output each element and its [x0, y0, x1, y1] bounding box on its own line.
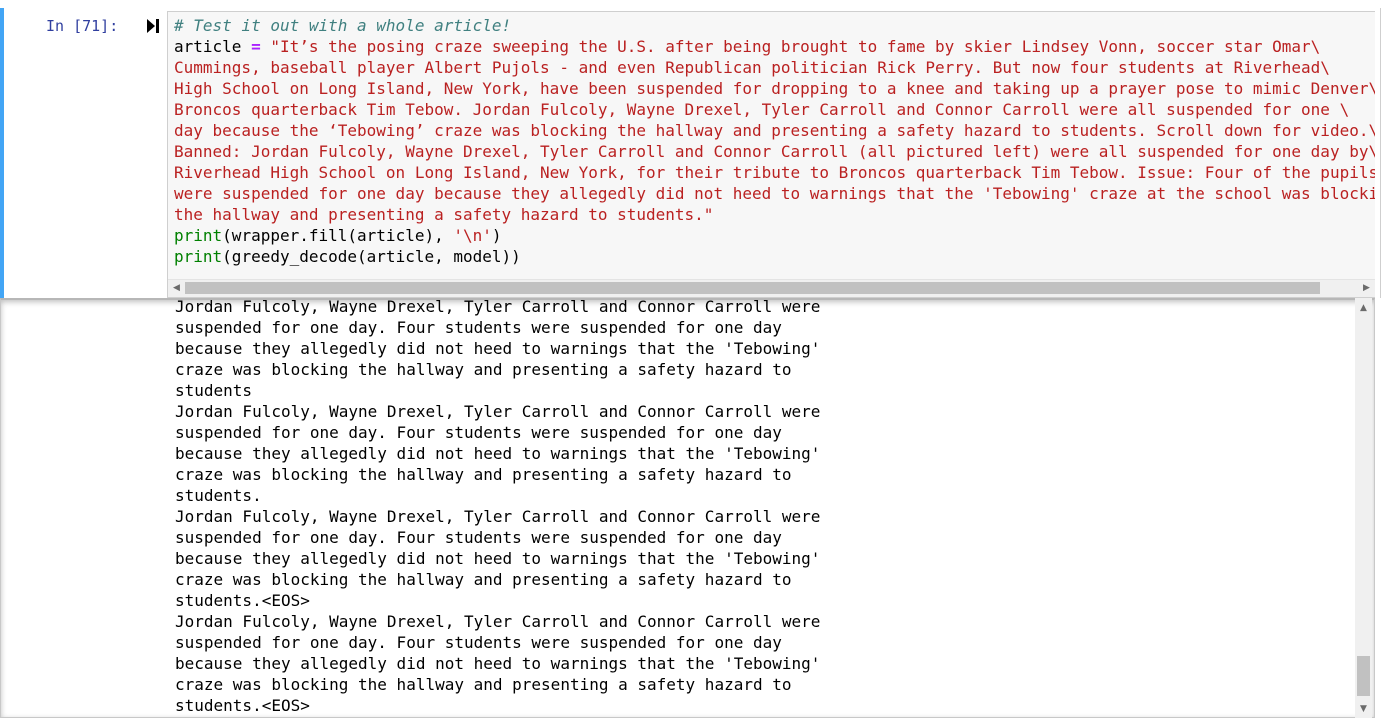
scroll-down-icon[interactable]: ▼ — [1355, 701, 1372, 718]
code-line: Riverhead High School on Long Island, Ne… — [174, 162, 1375, 183]
code-line: Broncos quarterback Tim Tebow. Jordan Fu… — [174, 99, 1375, 120]
horizontal-scroll-thumb[interactable] — [185, 282, 1320, 294]
code-token: article — [174, 37, 252, 56]
input-prompt: In [71]: — [46, 17, 119, 35]
output-line: because they allegedly did not heed to w… — [175, 549, 821, 568]
code-token: Cummings, baseball player Albert Pujols … — [174, 58, 1330, 77]
code-token: Broncos quarterback Tim Tebow. Jordan Fu… — [174, 100, 1350, 119]
code-token: print — [174, 226, 223, 245]
code-token: the hallway and presenting a safety haza… — [174, 205, 714, 224]
output-line: craze was blocking the hallway and prese… — [175, 360, 792, 379]
code-token: Banned: Jordan Fulcoly, Wayne Drexel, Ty… — [174, 142, 1375, 161]
output-line: craze was blocking the hallway and prese… — [175, 570, 792, 589]
code-token: = — [251, 37, 261, 56]
code-token: day because the ‘Tebowing’ craze was blo… — [174, 121, 1375, 140]
output-line: because they allegedly did not heed to w… — [175, 444, 821, 463]
output-line: Jordan Fulcoly, Wayne Drexel, Tyler Carr… — [175, 507, 821, 526]
code-line: Banned: Jordan Fulcoly, Wayne Drexel, Ty… — [174, 141, 1375, 162]
code-line: article = "It’s the posing craze sweepin… — [174, 36, 1375, 57]
output-line: students.<EOS> — [175, 591, 310, 610]
code-line: Cummings, baseball player Albert Pujols … — [174, 57, 1375, 78]
code-token: (greedy_decode(article, model)) — [222, 247, 521, 266]
output-line: Jordan Fulcoly, Wayne Drexel, Tyler Carr… — [175, 298, 821, 316]
code-line: were suspended for one day because they … — [174, 183, 1375, 204]
output-line: Jordan Fulcoly, Wayne Drexel, Tyler Carr… — [175, 402, 821, 421]
output-text: Jordan Fulcoly, Wayne Drexel, Tyler Carr… — [175, 298, 821, 716]
output-line: because they allegedly did not heed to w… — [175, 339, 821, 358]
output-line: because they allegedly did not heed to w… — [175, 654, 821, 673]
code-line: print(greedy_decode(article, model)) — [174, 246, 1375, 267]
output-line: suspended for one day. Four students wer… — [175, 423, 782, 442]
code-token: # Test it out with a whole article! — [174, 16, 512, 35]
output-line: craze was blocking the hallway and prese… — [175, 465, 792, 484]
code-token: (wrapper.fill(article), — [222, 226, 454, 245]
vertical-scroll-thumb[interactable] — [1357, 656, 1370, 696]
code-line: day because the ‘Tebowing’ craze was blo… — [174, 120, 1375, 141]
code-token: print — [174, 247, 223, 266]
output-line: craze was blocking the hallway and prese… — [175, 675, 792, 694]
output-line: students. — [175, 486, 262, 505]
scroll-left-icon[interactable]: ◀ — [168, 280, 185, 297]
horizontal-scrollbar[interactable]: ◀ ▶ — [168, 279, 1375, 297]
code-line: # Test it out with a whole article! — [174, 15, 1375, 36]
code-line: High School on Long Island, New York, ha… — [174, 78, 1375, 99]
scroll-up-icon[interactable]: ▲ — [1355, 300, 1372, 317]
vertical-scrollbar[interactable]: ▲ ▼ — [1355, 298, 1372, 718]
code-line: print(wrapper.fill(article), '\n') — [174, 225, 1375, 246]
output-line: Jordan Fulcoly, Wayne Drexel, Tyler Carr… — [175, 612, 821, 631]
cell-output-area[interactable]: Jordan Fulcoly, Wayne Drexel, Tyler Carr… — [0, 298, 1375, 718]
code-token: ) — [491, 226, 502, 245]
code-line: the hallway and presenting a safety haza… — [174, 204, 1375, 225]
code-token: High School on Long Island, New York, ha… — [174, 79, 1375, 98]
output-line: students — [175, 381, 253, 400]
code-token: Riverhead High School on Long Island, Ne… — [174, 163, 1375, 182]
code-token: "It’s the posing craze sweeping the U.S.… — [260, 37, 1321, 56]
code-token: '\n' — [453, 226, 492, 245]
scroll-right-icon[interactable]: ▶ — [1358, 280, 1375, 297]
output-line: suspended for one day. Four students wer… — [175, 633, 782, 652]
code-token: were suspended for one day because they … — [174, 184, 1375, 203]
code-input-area[interactable]: # Test it out with a whole article! artic… — [167, 11, 1375, 298]
notebook-code-cell[interactable]: In [71]: # Test it out with a whole arti… — [0, 0, 1381, 718]
run-cell-icon[interactable] — [146, 17, 160, 35]
code-editor[interactable]: # Test it out with a whole article! artic… — [174, 15, 1375, 267]
output-line: suspended for one day. Four students wer… — [175, 318, 782, 337]
output-line: suspended for one day. Four students wer… — [175, 528, 782, 547]
output-line: students.<EOS> — [175, 696, 310, 715]
